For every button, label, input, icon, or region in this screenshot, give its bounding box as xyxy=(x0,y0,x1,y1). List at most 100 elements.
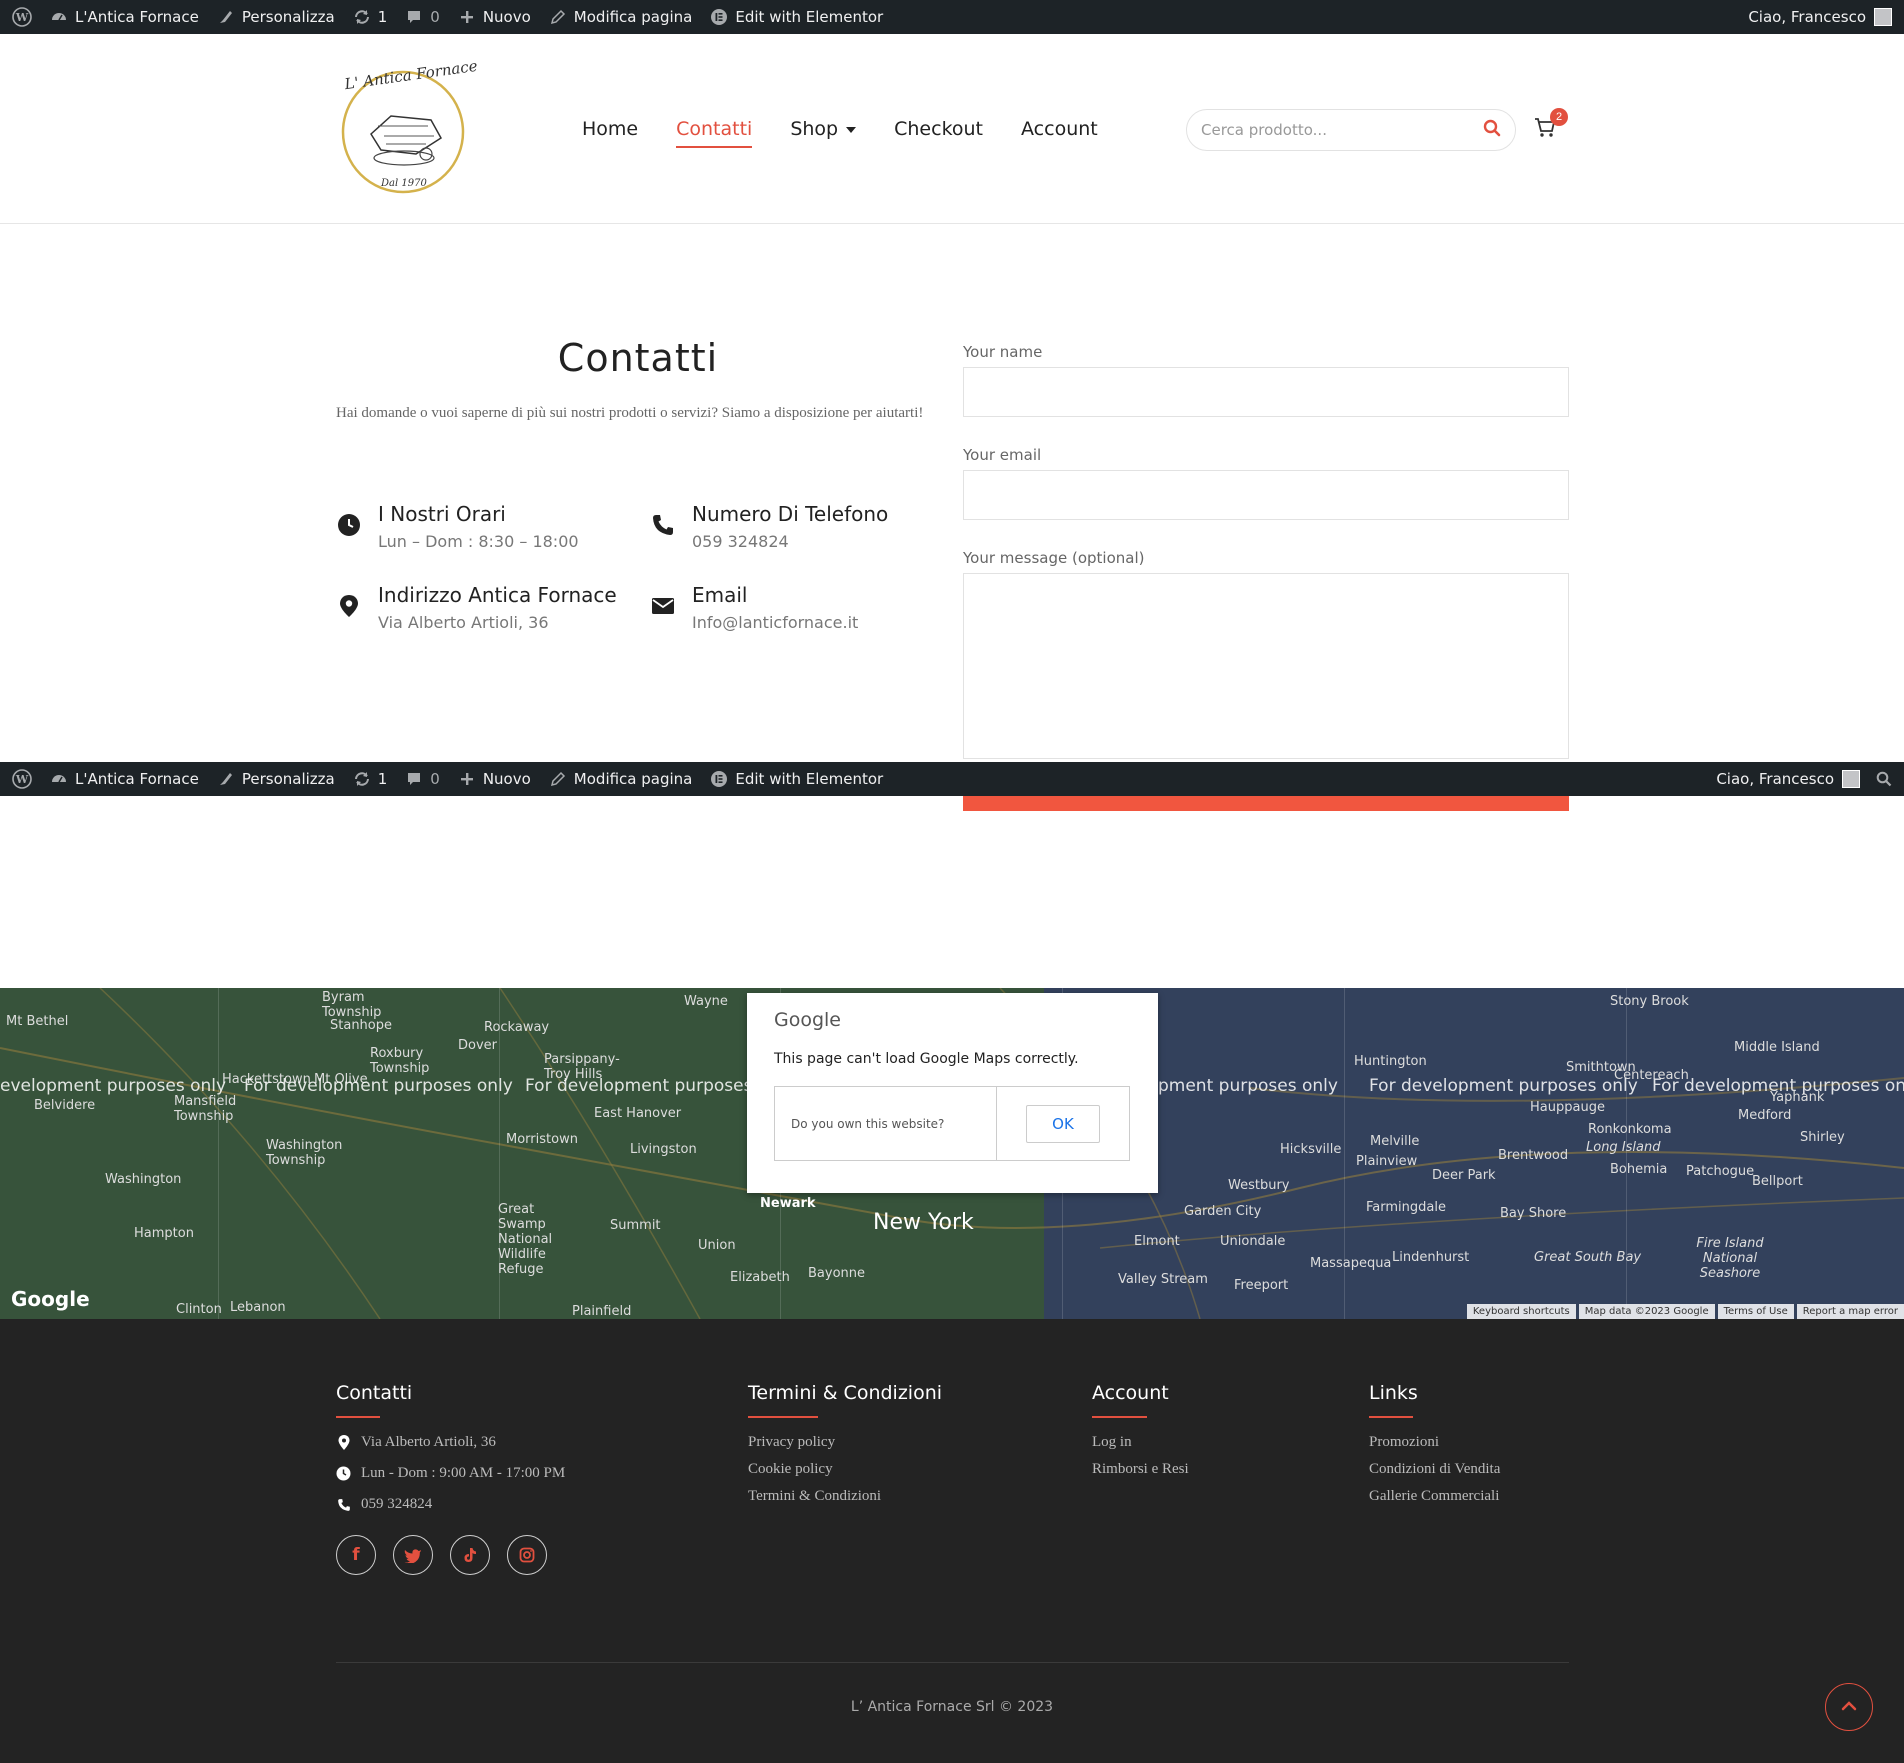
map-error-dialog: Google This page can't load Google Maps … xyxy=(747,993,1158,1193)
dev-watermark: evelopment purposes only xyxy=(0,1076,227,1096)
map-place: Washington Township xyxy=(266,1138,343,1168)
site-name-link[interactable]: L'Antica Fornace xyxy=(50,770,199,788)
map-place: Hauppauge xyxy=(1530,1100,1605,1115)
comments-link[interactable]: 0 xyxy=(405,8,440,26)
map-place: Summit xyxy=(610,1218,661,1233)
brush-icon xyxy=(217,8,235,26)
search-icon[interactable] xyxy=(1876,771,1892,787)
comment-icon xyxy=(405,770,423,788)
new-content-label: Nuovo xyxy=(482,8,531,26)
customize-label: Personalizza xyxy=(241,770,335,788)
message-textarea[interactable] xyxy=(963,573,1569,759)
facebook-icon[interactable]: f xyxy=(336,1535,376,1575)
my-account-link[interactable]: Ciao, Francesco xyxy=(1748,8,1892,26)
updates-link[interactable]: 1 xyxy=(353,770,387,788)
map-place: Hampton xyxy=(134,1226,194,1241)
google-logo: Google xyxy=(11,1287,90,1311)
terms-link[interactable]: Termini & Condizioni xyxy=(748,1488,942,1505)
nav-shop[interactable]: Shop xyxy=(790,118,857,148)
edit-page-label: Modifica pagina xyxy=(573,770,693,788)
promotions-link[interactable]: Promozioni xyxy=(1369,1434,1500,1451)
privacy-policy-link[interactable]: Privacy policy xyxy=(748,1434,942,1451)
nav-account[interactable]: Account xyxy=(1021,118,1098,148)
footer-contacts-title: Contatti xyxy=(336,1382,413,1404)
cart-count-badge: 2 xyxy=(1550,108,1568,126)
new-content-link[interactable]: Nuovo xyxy=(458,770,531,788)
greeting-label: Ciao, Francesco xyxy=(1716,770,1834,788)
message-label: Your message (optional) xyxy=(963,549,1145,567)
map-place: Belvidere xyxy=(34,1098,96,1113)
map-place: Livingston xyxy=(630,1142,697,1157)
main-navigation: Home Contatti Shop Checkout Account xyxy=(582,118,1098,148)
nav-contatti[interactable]: Contatti xyxy=(676,118,753,148)
updates-link[interactable]: 1 xyxy=(353,8,388,26)
phone-value: 059 324824 xyxy=(692,532,789,551)
instagram-icon[interactable] xyxy=(507,1535,547,1575)
report-map-error-link[interactable]: Report a map error xyxy=(1796,1304,1904,1319)
hours-title: I Nostri Orari xyxy=(378,502,506,526)
site-name-link[interactable]: L'Antica Fornace xyxy=(50,8,199,26)
email-value[interactable]: Info@lanticfornace.it xyxy=(692,613,858,632)
nav-home[interactable]: Home xyxy=(582,118,638,148)
map-place: East Hanover xyxy=(594,1106,682,1121)
map-place: Washington xyxy=(105,1172,182,1187)
refresh-icon xyxy=(353,8,371,26)
social-links: f xyxy=(336,1535,565,1575)
svg-text:W: W xyxy=(15,11,29,24)
wordpress-logo-icon[interactable]: W xyxy=(12,769,32,789)
footer-hours: Lun - Dom : 9:00 AM - 17:00 PM xyxy=(361,1465,566,1481)
comments-count: 0 xyxy=(430,8,440,26)
map-attribution: Keyboard shortcuts Map data ©2023 Google… xyxy=(1466,1304,1904,1319)
updates-count: 1 xyxy=(377,8,388,26)
map-place: Mansfield Township xyxy=(174,1094,237,1124)
comments-link[interactable]: 0 xyxy=(405,770,440,788)
scroll-to-top-button[interactable] xyxy=(1825,1683,1873,1731)
dev-watermark: For development purposes only xyxy=(1369,1076,1638,1096)
search-input[interactable] xyxy=(1201,121,1483,139)
chevron-down-icon xyxy=(846,126,857,133)
edit-page-link[interactable]: Modifica pagina xyxy=(549,8,692,26)
tiktok-icon[interactable] xyxy=(450,1535,490,1575)
refunds-link[interactable]: Rimborsi e Resi xyxy=(1092,1461,1189,1478)
galleries-link[interactable]: Gallerie Commerciali xyxy=(1369,1488,1500,1505)
customize-link[interactable]: Personalizza xyxy=(217,770,335,788)
address-block: Indirizzo Antica Fornace Via Alberto Art… xyxy=(336,583,617,632)
keyboard-shortcuts-link[interactable]: Keyboard shortcuts xyxy=(1466,1304,1576,1319)
footer-account-column: Account Log in Rimborsi e Resi xyxy=(1092,1382,1189,1488)
edit-elementor-link[interactable]: Edit with Elementor xyxy=(710,770,883,788)
submit-button[interactable] xyxy=(963,796,1569,811)
google-map[interactable]: Mt Bethel Belvidere Mansfield Township W… xyxy=(0,988,1904,1319)
email-field[interactable] xyxy=(963,470,1569,520)
footer-heading-underline xyxy=(336,1416,380,1418)
site-footer: Contatti Via Alberto Artioli, 36 Lun - D… xyxy=(0,1319,1904,1763)
cookie-policy-link[interactable]: Cookie policy xyxy=(748,1461,942,1478)
terms-of-use-link[interactable]: Terms of Use xyxy=(1717,1304,1794,1319)
greeting-label: Ciao, Francesco xyxy=(1748,8,1866,26)
my-account-link[interactable]: Ciao, Francesco xyxy=(1716,770,1892,788)
dashboard-icon xyxy=(50,8,68,26)
new-content-link[interactable]: Nuovo xyxy=(458,8,531,26)
comments-count: 0 xyxy=(430,770,440,788)
nav-checkout[interactable]: Checkout xyxy=(894,118,983,148)
map-place: Brentwood xyxy=(1498,1148,1569,1163)
edit-page-link[interactable]: Modifica pagina xyxy=(549,770,693,788)
name-field[interactable] xyxy=(963,367,1569,417)
sales-conditions-link[interactable]: Condizioni di Vendita xyxy=(1369,1461,1500,1478)
site-logo[interactable]: L' Antica Fornace Dal 1970 xyxy=(336,54,479,194)
site-header: L' Antica Fornace Dal 1970 Home Contatti… xyxy=(0,34,1904,224)
wordpress-logo-icon[interactable]: W xyxy=(12,7,32,27)
login-link[interactable]: Log in xyxy=(1092,1434,1189,1451)
clock-icon xyxy=(336,1466,351,1481)
customize-link[interactable]: Personalizza xyxy=(217,8,335,26)
dialog-ok-button[interactable]: OK xyxy=(1026,1104,1100,1143)
map-place: Mt Bethel xyxy=(6,1014,69,1029)
twitter-icon[interactable] xyxy=(393,1535,433,1575)
search-icon[interactable] xyxy=(1483,119,1501,142)
footer-heading-underline xyxy=(1092,1416,1147,1418)
edit-elementor-link[interactable]: Edit with Elementor xyxy=(710,8,883,26)
map-place: Plainfield xyxy=(572,1304,632,1319)
footer-address: Via Alberto Artioli, 36 xyxy=(361,1434,496,1450)
svg-text:W: W xyxy=(15,773,29,786)
phone-title: Numero Di Telefono xyxy=(692,502,889,526)
cart-button[interactable]: 2 xyxy=(1534,108,1568,144)
